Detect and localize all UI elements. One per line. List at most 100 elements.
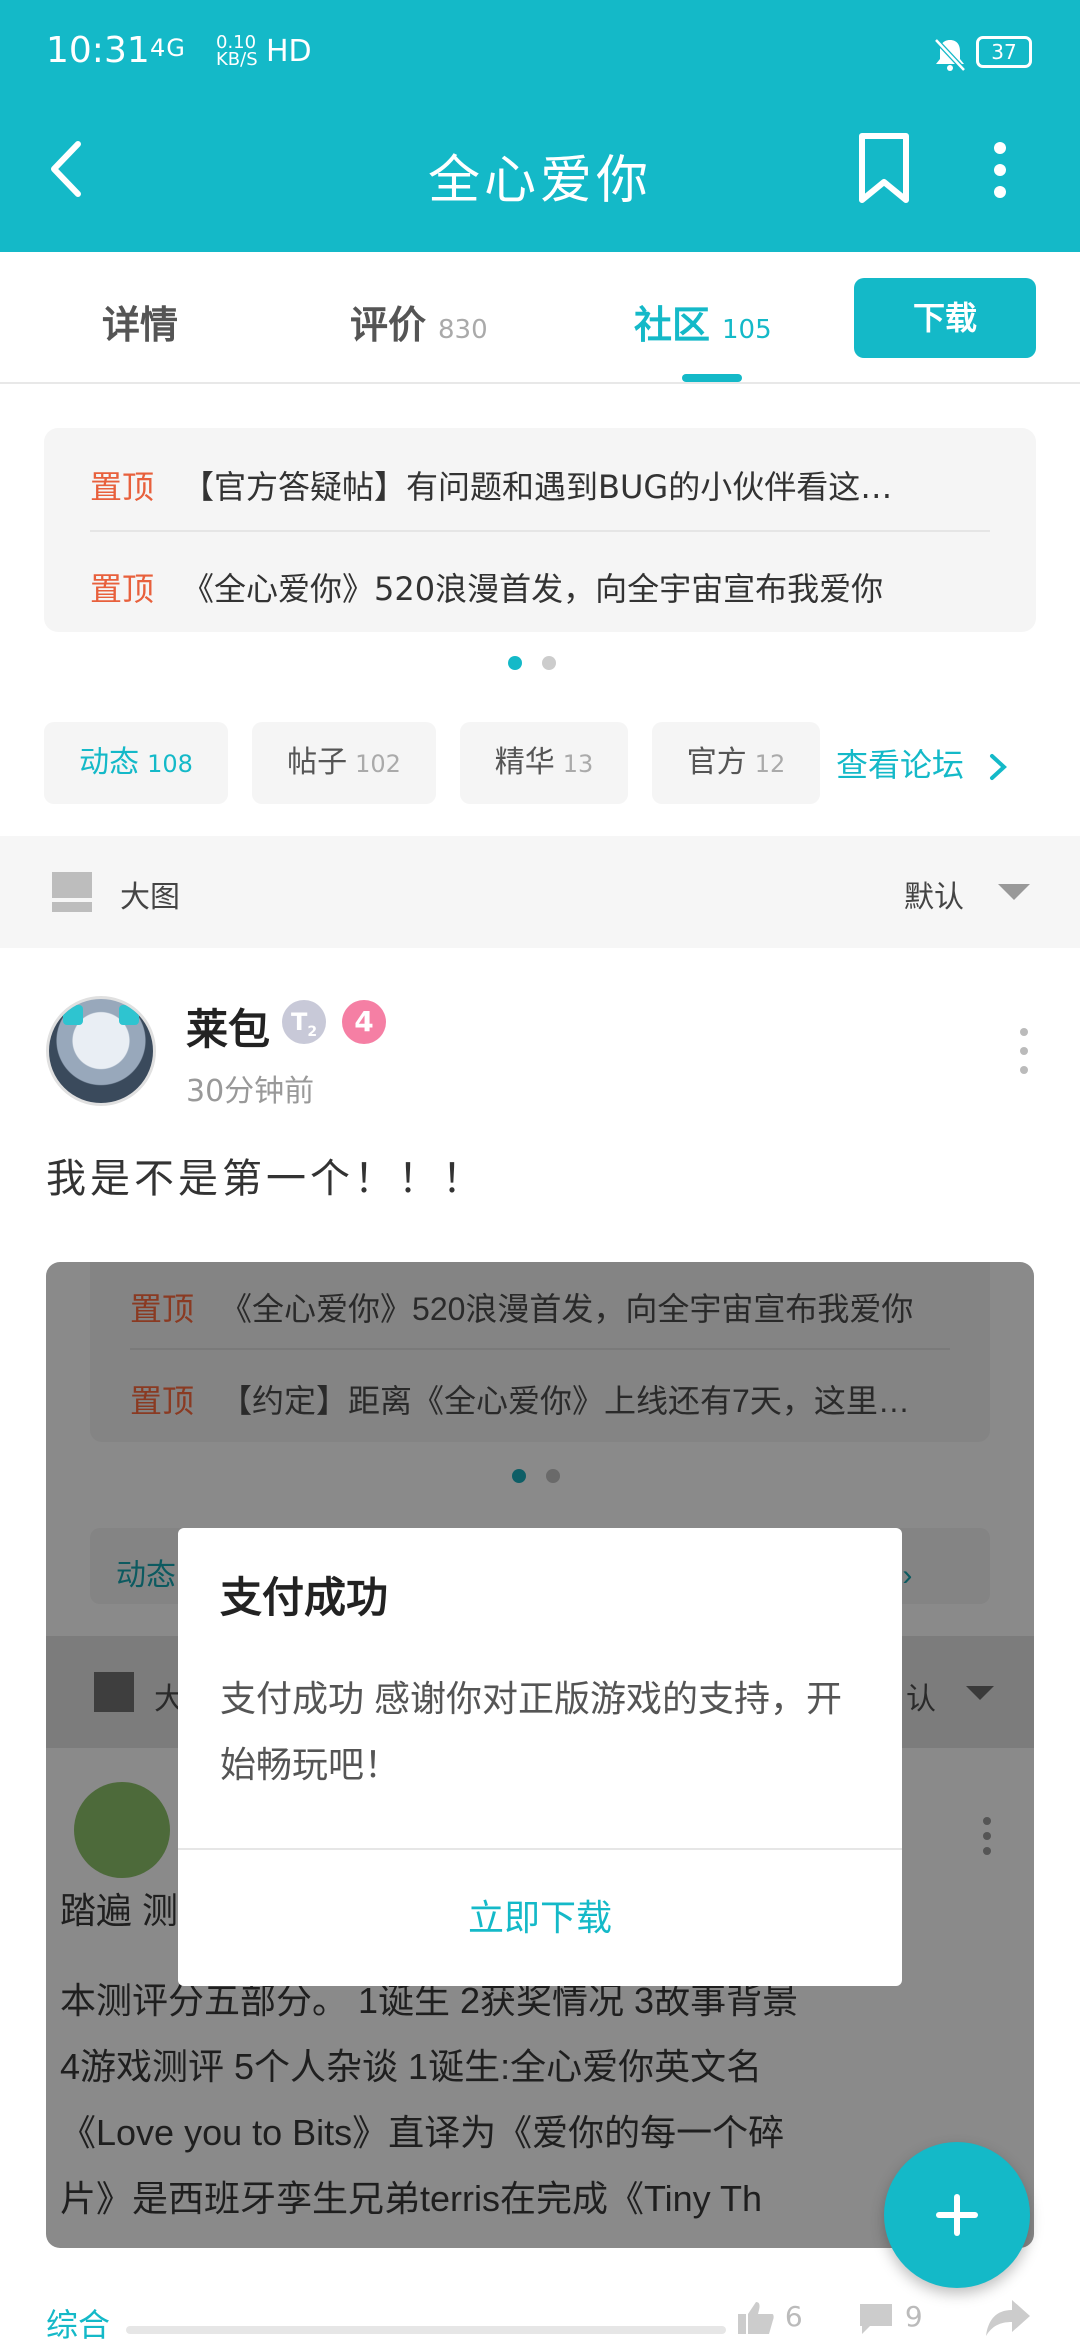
pinned-notice[interactable]: 置顶 【官方答疑帖】有问题和遇到BUG的小伙伴看这… (90, 462, 990, 508)
forum-link-label: 查看论坛 (836, 746, 965, 784)
comment-count: 9 (904, 2300, 923, 2333)
comment-icon (860, 2304, 892, 2334)
pin-tag: 置顶 (90, 468, 155, 506)
divider (130, 1348, 950, 1350)
tab-count: 105 (722, 315, 772, 345)
plus-icon-stroke (954, 2194, 960, 2236)
tab-count: 830 (438, 315, 488, 345)
chip-count: 13 (562, 750, 594, 778)
chip-featured[interactable]: 精华 13 (460, 722, 628, 804)
avatar[interactable] (46, 996, 156, 1106)
dialog-title: 支付成功 (220, 1574, 389, 1621)
image-notice: 置顶 《全心爱你》520浪漫首发，向全宇宙宣布我爱你 (130, 1284, 950, 1330)
image-text-line: 片》是西班牙孪生兄弟terris在完成《Tiny Th (60, 2178, 763, 2219)
share-icon[interactable] (984, 2296, 1032, 2340)
tab-reviews[interactable]: 评价 830 (350, 294, 488, 349)
image-avatar (74, 1782, 170, 1878)
image-pin-tag: 置顶 (130, 1291, 195, 1327)
chip-count: 12 (754, 750, 786, 778)
tab-community[interactable]: 社区 105 (634, 294, 772, 349)
view-forum-link[interactable]: 查看论坛 (836, 740, 1010, 786)
chip-label: 帖子 (287, 745, 348, 780)
filter-bar: 大图 默认 (0, 836, 1080, 948)
image-notice-text: 【约定】距离《全心爱你》上线还有7天，这里… (220, 1383, 910, 1419)
chip-label: 动态 (79, 745, 140, 780)
pin-tag: 置顶 (90, 570, 155, 608)
download-button[interactable]: 下载 (854, 278, 1036, 358)
carousel-dot (542, 656, 556, 670)
chevron-right-icon (990, 754, 1008, 780)
tab-details[interactable]: 详情 (102, 294, 178, 349)
payment-success-dialog: 支付成功 支付成功 感谢你对正版游戏的支持，开始畅玩吧！ 立即下载 (178, 1528, 902, 1986)
level-badge-sub: 2 (307, 1023, 318, 1040)
pinned-notice[interactable]: 置顶 《全心爱你》520浪漫首发，向全宇宙宣布我爱你 (90, 564, 990, 610)
chevron-down-icon[interactable] (998, 884, 1030, 900)
tab-label: 评价 (350, 303, 427, 347)
image-text-line: 《Love you to Bits》直译为《爱你的每一个碎 (60, 2112, 785, 2153)
level-badge-letter: T (290, 1008, 308, 1036)
mute-icon (934, 38, 966, 72)
image-text-line: 4游戏测评 5个人杂谈 1诞生:全心爱你英文名 (60, 2046, 763, 2087)
like-count: 6 (784, 2300, 803, 2333)
thumbs-up-icon (738, 2302, 774, 2334)
post-text: 我是不是第一个！！！ (46, 1156, 486, 1202)
image-notice-text: 《全心爱你》520浪漫首发，向全宇宙宣布我爱你 (220, 1291, 914, 1327)
more-vertical-icon (983, 1817, 991, 1855)
divider (126, 2326, 726, 2334)
level-badge: T2 (282, 1000, 326, 1044)
notice-text: 《全心爱你》520浪漫首发，向全宇宙宣布我爱你 (182, 570, 884, 608)
image-view-icon (94, 1672, 134, 1712)
view-mode-label[interactable]: 大图 (120, 872, 180, 916)
carousel-dot-active (512, 1469, 526, 1483)
avatar-ear-left (63, 1005, 83, 1025)
chip-feed[interactable]: 动态 108 (44, 722, 228, 804)
hd-indicator: HD (266, 34, 312, 69)
page-title: 全心爱你 (427, 151, 652, 211)
download-now-button[interactable]: 立即下载 (178, 1850, 902, 1986)
battery-indicator: 37 (976, 36, 1032, 68)
notice-text: 【官方答疑帖】有问题和遇到BUG的小伙伴看这… (182, 468, 893, 506)
app-bar: 10:31 4G 0.10 KB/S HD 37 全心爱你 (0, 0, 1080, 252)
post-time: 30分钟前 (186, 1074, 315, 1109)
large-image-view-icon[interactable] (50, 870, 94, 914)
avatar-ear-right (119, 1005, 139, 1025)
carousel-dot-active (508, 656, 522, 670)
bookmark-icon[interactable] (852, 130, 916, 206)
image-chip-label: 动态 (116, 1559, 176, 1592)
network-speed: 0.10 KB/S (216, 34, 258, 70)
image-notices: 置顶 《全心爱你》520浪漫首发，向全宇宙宣布我爱你 置顶 【约定】距离《全心爱你》… (90, 1262, 990, 1442)
chip-count: 102 (355, 750, 401, 778)
image-sort-label: 认 (906, 1683, 936, 1716)
chip-posts[interactable]: 帖子 102 (252, 722, 436, 804)
post-tag[interactable]: 综合 (46, 2300, 110, 2346)
post-author[interactable]: 莱包 (186, 996, 270, 1057)
image-pin-tag: 置顶 (130, 1383, 195, 1419)
honor-badge: 4 (342, 1000, 386, 1044)
chip-label: 精华 (494, 745, 555, 780)
image-notice: 置顶 【约定】距离《全心爱你》上线还有7天，这里… (130, 1376, 950, 1422)
divider (90, 530, 990, 532)
pinned-notices: 置顶 【官方答疑帖】有问题和遇到BUG的小伙伴看这… 置顶 《全心爱你》520浪漫首… (44, 428, 1036, 632)
like-button[interactable]: 6 (736, 2300, 803, 2336)
chevron-down-icon (966, 1686, 994, 1700)
image-carousel-dots (512, 1468, 580, 1487)
more-vertical-icon[interactable] (982, 138, 1018, 202)
carousel-dots (508, 655, 576, 674)
comment-button[interactable]: 9 (856, 2300, 923, 2336)
chip-label: 官方 (686, 745, 747, 780)
chip-count: 108 (147, 750, 193, 778)
dialog-message: 支付成功 感谢你对正版游戏的支持，开始畅玩吧！ (220, 1678, 843, 1785)
status-time: 10:31 (46, 30, 150, 71)
sort-dropdown[interactable]: 默认 (904, 872, 964, 916)
tab-label: 详情 (102, 303, 179, 347)
nav-bar: 全心爱你 (0, 100, 1080, 252)
status-bar: 10:31 4G 0.10 KB/S HD 37 (0, 0, 1080, 100)
new-post-button[interactable] (884, 2142, 1030, 2288)
network-speed-unit: KB/S (216, 49, 258, 70)
tab-label: 社区 (634, 303, 711, 347)
network-indicator: 4G (150, 34, 186, 62)
more-vertical-icon[interactable] (1012, 1026, 1036, 1076)
carousel-dot (546, 1469, 560, 1483)
tab-active-indicator (682, 374, 742, 382)
chip-official[interactable]: 官方 12 (652, 722, 820, 804)
